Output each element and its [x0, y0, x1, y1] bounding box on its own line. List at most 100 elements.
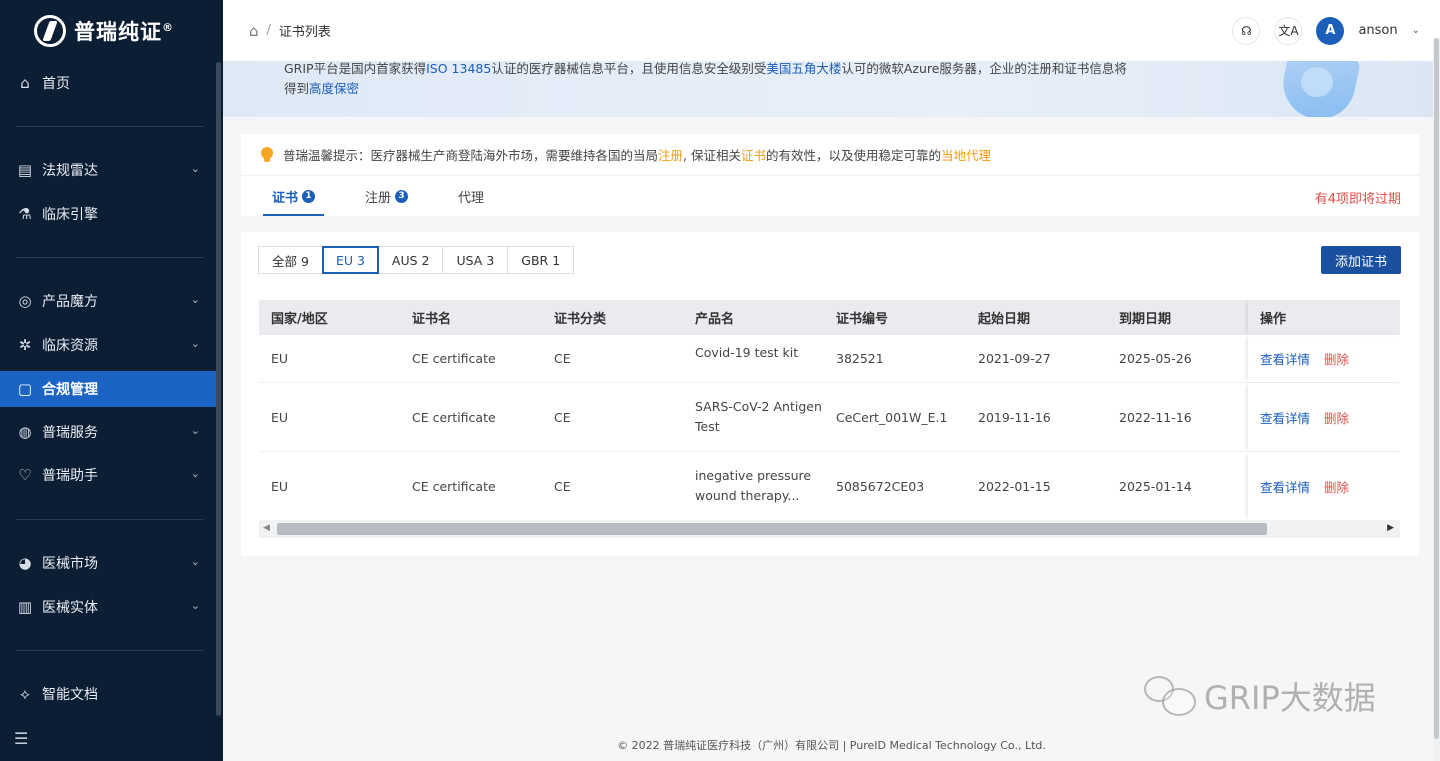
- column-header[interactable]: 证书分类: [542, 308, 683, 327]
- cell-end-date: 2025-05-26: [1119, 351, 1192, 366]
- cell-country: EU: [271, 351, 289, 366]
- scrollbar-thumb[interactable]: [1434, 38, 1439, 739]
- sidebar-item[interactable]: ⟡ 智能文档: [0, 676, 218, 712]
- filter-aus[interactable]: AUS 2: [377, 246, 444, 274]
- sidebar-item[interactable]: ▤ 法规雷达 ⌄: [0, 152, 218, 188]
- sidebar-item-label: 普瑞服务: [42, 425, 98, 441]
- username[interactable]: anson: [1358, 23, 1397, 38]
- home-icon[interactable]: ⌂: [249, 22, 259, 40]
- view-details-link[interactable]: 查看详情: [1260, 477, 1310, 496]
- column-header: 操作: [1248, 300, 1400, 335]
- sidebar-item[interactable]: ◍ 普瑞服务 ⌄: [0, 414, 218, 450]
- chevron-down-icon[interactable]: ⌄: [191, 467, 200, 480]
- watermark-text: GRIP大数据: [1204, 679, 1376, 717]
- sidebar-item-label: 智能文档: [42, 687, 98, 703]
- sidebar-item[interactable]: ▢ 合规管理: [0, 371, 218, 407]
- cell-actions: 查看详情 删除: [1248, 335, 1400, 382]
- expire-notice[interactable]: 有4项即将过期: [1315, 188, 1401, 207]
- column-header[interactable]: 产品名: [683, 308, 824, 327]
- add-certificate-button[interactable]: 添加证书: [1321, 246, 1401, 274]
- sidebar-item[interactable]: ⚗ 临床引擎: [0, 196, 218, 232]
- filter-usa[interactable]: USA 3: [442, 246, 509, 274]
- cell-category: CE: [554, 478, 571, 494]
- table-row[interactable]: EU CE certificate CE SARS-CoV-2 Antigen T…: [259, 383, 1400, 452]
- sidebar-item-label: 首页: [42, 76, 70, 92]
- chevron-down-icon[interactable]: ⌄: [191, 424, 200, 437]
- filter-eu[interactable]: EU 3: [321, 246, 379, 274]
- sidebar-item-label: 医械市场: [42, 556, 98, 572]
- chevron-down-icon[interactable]: ⌄: [191, 162, 200, 175]
- table-header: 国家/地区 证书名 证书分类 产品名 证书编号 起始日期 到期日期 操作: [259, 300, 1400, 335]
- sidebar-item[interactable]: ◕ 医械市场 ⌄: [0, 545, 218, 581]
- sidebar-divider: [16, 126, 204, 127]
- filter-gbr[interactable]: GBR 1: [507, 246, 575, 274]
- info-banner: GRIP平台是国内首家获得ISO 13485认证的医疗器械信息平台，且使用信息安…: [223, 61, 1440, 117]
- scroll-right-icon[interactable]: ▶: [1387, 523, 1394, 533]
- translate-icon[interactable]: 文A: [1274, 16, 1303, 45]
- sidebar-item-label: 普瑞助手: [42, 468, 98, 484]
- certificate-table: 国家/地区 证书名 证书分类 产品名 证书编号 起始日期 到期日期 操作 EU …: [259, 300, 1400, 520]
- radar-icon: ▤: [17, 161, 33, 179]
- table-row[interactable]: EU CE certificate CE Covid-19 test kit 3…: [259, 335, 1400, 383]
- cell-cert-number: 382521: [836, 351, 884, 366]
- cell-end-date: 2022-11-16: [1119, 409, 1192, 425]
- brand-logo[interactable]: 普瑞纯证®: [0, 0, 223, 62]
- cell-category: CE: [554, 409, 571, 425]
- collapse-menu-icon[interactable]: ☰: [14, 729, 28, 748]
- page-vertical-scrollbar[interactable]: [1433, 38, 1440, 761]
- support-icon[interactable]: ☊: [1232, 16, 1261, 45]
- table-horizontal-scrollbar[interactable]: ◀ ▶: [259, 520, 1400, 538]
- tab-certificates[interactable]: 证书 1: [259, 176, 328, 216]
- delete-link[interactable]: 删除: [1324, 349, 1349, 368]
- wechat-icon: [1144, 674, 1198, 718]
- delete-link[interactable]: 删除: [1324, 408, 1349, 427]
- cell-actions: 查看详情 删除: [1248, 452, 1400, 520]
- chevron-down-icon[interactable]: ⌄: [1412, 25, 1420, 36]
- column-header[interactable]: 证书编号: [824, 308, 966, 327]
- column-header[interactable]: 起始日期: [966, 308, 1107, 327]
- cell-actions: 查看详情 删除: [1248, 383, 1400, 451]
- tab-bar: 证书 1 注册 3 代理 有4项即将过期: [241, 176, 1419, 216]
- chevron-down-icon[interactable]: ⌄: [191, 337, 200, 350]
- cell-product: Covid-19 test kit: [695, 344, 799, 360]
- tab-agents[interactable]: 代理: [445, 176, 497, 216]
- sidebar-divider: [16, 257, 204, 258]
- cell-start-date: 2022-01-15: [978, 478, 1051, 494]
- table-row[interactable]: EU CE certificate CE inegative pressure w…: [259, 452, 1400, 520]
- count-badge: 1: [302, 189, 316, 203]
- sidebar-item[interactable]: ⌂ 首页: [0, 65, 218, 101]
- cell-cert-name: CE certificate: [412, 478, 496, 494]
- filter-all[interactable]: 全部 9: [258, 246, 323, 274]
- sidebar-scrollbar[interactable]: [216, 62, 221, 716]
- breadcrumb: ⌂ / 证书列表: [223, 21, 331, 41]
- chevron-down-icon[interactable]: ⌄: [191, 599, 200, 612]
- cube-icon: ◎: [18, 292, 32, 310]
- sidebar-item[interactable]: ◎ 产品魔方 ⌄: [0, 283, 218, 319]
- sidebar-item-label: 临床资源: [42, 338, 98, 354]
- view-details-link[interactable]: 查看详情: [1260, 349, 1310, 368]
- scrollbar-thumb[interactable]: [277, 523, 1267, 535]
- cell-cert-name: CE certificate: [412, 351, 496, 366]
- scroll-left-icon[interactable]: ◀: [263, 523, 270, 533]
- cell-category: CE: [554, 351, 571, 366]
- sidebar-item[interactable]: ✲ 临床资源 ⌄: [0, 327, 218, 363]
- sidebar-item[interactable]: ▥ 医械实体 ⌄: [0, 589, 218, 625]
- cell-start-date: 2021-09-27: [978, 351, 1051, 366]
- sidebar-item-label: 产品魔方: [42, 294, 98, 310]
- chevron-down-icon[interactable]: ⌄: [191, 555, 200, 568]
- region-filter-group: 全部 9 EU 3 AUS 2 USA 3 GBR 1: [258, 246, 575, 274]
- chevron-down-icon[interactable]: ⌄: [191, 293, 200, 306]
- footer-copyright: © 2022 普瑞纯证医疗科技（广州）有限公司 | PureID Medical…: [617, 739, 1046, 752]
- column-header[interactable]: 到期日期: [1107, 308, 1248, 327]
- view-details-link[interactable]: 查看详情: [1260, 408, 1310, 427]
- certificate-table-card: 全部 9 EU 3 AUS 2 USA 3 GBR 1 添加证书 国家/地区 证…: [241, 232, 1419, 556]
- sidebar-item-label: 医械实体: [42, 600, 98, 616]
- sidebar-item[interactable]: ♡ 普瑞助手 ⌄: [0, 457, 218, 493]
- column-header[interactable]: 国家/地区: [259, 308, 400, 327]
- delete-link[interactable]: 删除: [1324, 477, 1349, 496]
- tab-registrations[interactable]: 注册 3: [352, 176, 421, 216]
- cell-country: EU: [271, 409, 289, 425]
- column-header[interactable]: 证书名: [400, 308, 542, 327]
- avatar[interactable]: A: [1316, 16, 1345, 45]
- watermark: GRIP大数据: [1144, 673, 1376, 719]
